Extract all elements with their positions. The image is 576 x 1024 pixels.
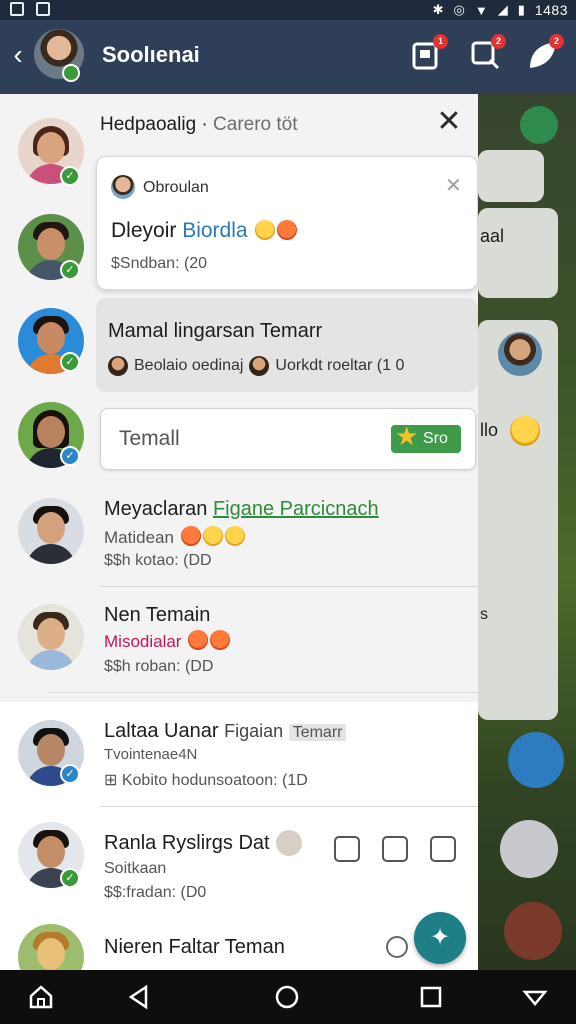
contact-name: Meyaclaran (104, 498, 208, 520)
page-title: Soolıenai (102, 42, 200, 67)
contact-extra: Figaian (224, 721, 284, 741)
back-button[interactable]: ‹ (6, 41, 30, 70)
list-section: ✓ ✓ Laltaa Uanar Figaian Temarr Tvointen… (0, 702, 478, 970)
recents-icon[interactable] (418, 984, 444, 1010)
list-item[interactable]: Meyaclaran Figane Parcicnach Matidean $$… (0, 492, 478, 586)
list-item[interactable]: Laltaa Uanar Figaian Temarr Tvointenae4N… (0, 712, 478, 804)
emoji-icon (180, 526, 201, 546)
emoji-icon (276, 830, 302, 856)
notification-badge: 2 (491, 34, 506, 49)
alarm-icon: ◎ (453, 2, 465, 17)
contact-meta: Kobito hodunsoatoon: (1D (121, 772, 308, 789)
sender-name: Obroulan (143, 179, 209, 196)
contact-status: Misodialar (104, 632, 182, 651)
emoji-icon (210, 630, 231, 650)
app-bar: ‹ Soolıenai 1 2 2 (0, 20, 576, 94)
notification-badge: 1 (433, 34, 448, 49)
search-contacts-button[interactable]: 2 (468, 34, 506, 72)
bookmark-button[interactable] (430, 836, 456, 862)
compose-button[interactable]: 2 (526, 34, 564, 72)
emoji-icon (188, 630, 209, 650)
notification-badge: 2 (549, 34, 564, 49)
like-button[interactable] (334, 836, 360, 862)
tag-icon: ⊞ (104, 772, 118, 789)
list-item[interactable]: Nieren Faltar Teman (0, 924, 478, 970)
suggestion-card[interactable]: Mamal lingarsan Temarr Beolaio oedinaj U… (96, 298, 478, 392)
dropdown-icon[interactable] (522, 984, 548, 1010)
sender-avatar (111, 175, 135, 199)
panel-subtitle: Carero töt (213, 114, 298, 135)
row-actions (334, 836, 456, 862)
contact-name: Ranla Ryslirgs Dat (104, 832, 270, 854)
emoji-icon (202, 526, 223, 546)
bg-star-icon (504, 902, 562, 960)
emoji-icon (224, 526, 245, 546)
mini-avatar (249, 356, 270, 376)
list-item[interactable]: Ranla Ryslirgs Dat Soitkaan $$:fradan: (… (0, 814, 478, 908)
online-status-icon: ✓ (60, 260, 80, 280)
home-circle-icon[interactable] (274, 984, 300, 1010)
blush-emoji-icon (277, 220, 298, 240)
bg-card: llo s (478, 320, 558, 720)
bg-card (478, 150, 544, 202)
photo-button[interactable] (382, 836, 408, 862)
contacts-book-button[interactable]: 1 (410, 34, 448, 72)
verified-icon: ✓ (60, 446, 80, 466)
online-status-icon: ✓ (60, 352, 80, 372)
contact-meta: $$h kotao: (DD (104, 552, 212, 569)
message-text: Dleyoir (111, 219, 177, 242)
gallery-icon (10, 2, 24, 16)
signal-icon: ◢ (497, 2, 508, 17)
emoji-icon[interactable] (386, 936, 408, 958)
system-nav-bar (0, 970, 576, 1024)
contact-status: Soitkaan (104, 860, 167, 877)
contact-status: Tvointenae4N (104, 746, 198, 763)
online-status-icon (62, 64, 80, 82)
friends-panel: Hedpaoalig · Carero töt ✕ ✓ ✓ ✓ ✓ Obroul… (0, 94, 478, 970)
suggestion-user-a: Beolaio oedinaj (134, 357, 244, 374)
wifi-icon: ▼ (474, 2, 488, 18)
status-time: 1483 (534, 2, 568, 18)
dismiss-icon[interactable]: ✕ (445, 173, 462, 198)
add-friend-button[interactable]: ✦ (414, 912, 466, 964)
bg-tool-icon (500, 820, 558, 878)
list-item[interactable]: Nen Temain Misodialar $$h roban: (DD (0, 598, 478, 698)
divider (100, 806, 478, 807)
battery-icon: ▮ (517, 2, 525, 17)
suggestion-title: Mamal lingarsan Temarr (108, 320, 323, 342)
back-nav-icon[interactable] (126, 984, 152, 1010)
suggestion-user-b: Uorkdt roeltar (1 0 (275, 357, 405, 374)
contact-name: Nieren Faltar Teman (104, 936, 285, 958)
message-input[interactable]: Temall Sro ★ (100, 408, 476, 470)
contact-status: Matidean (104, 528, 174, 547)
divider (100, 586, 478, 587)
online-status-icon: ✓ (60, 166, 80, 186)
mini-avatar (108, 356, 128, 376)
message-meta: $Sndban: (20 (111, 255, 208, 272)
message-highlight: Biordla (182, 219, 248, 242)
smile-emoji-icon (255, 220, 276, 240)
contact-name: Laltaa Uanar (104, 720, 219, 742)
bg-leaf-icon (520, 106, 558, 144)
input-value: Temall (119, 427, 180, 450)
status-bar: ✱ ◎ ▼ ◢ ▮ 1483 (0, 0, 576, 20)
close-button[interactable]: ✕ (434, 107, 464, 138)
home-icon[interactable] (28, 984, 54, 1010)
contact-tag: Temarr (288, 724, 347, 741)
contact-meta: $$:fradan: (D0 (104, 884, 207, 901)
bg-card: aal (478, 208, 558, 298)
divider (48, 692, 478, 693)
background-chat: aal llo s (478, 94, 576, 970)
contact-tag: Figane Parcicnach (212, 498, 379, 520)
contact-meta: $$h roban: (DD (104, 658, 214, 675)
bg-avatar (498, 332, 542, 376)
star-icon: ★ (395, 421, 419, 451)
bluetooth-icon: ✱ (432, 2, 444, 17)
panel-title: Hedpaoalig · (100, 114, 208, 135)
bg-compass-icon (508, 732, 564, 788)
message-preview-card[interactable]: Obroulan ✕ Dleyoir Biordla $Sndban: (20 (96, 156, 478, 290)
image-icon (36, 2, 50, 16)
contact-name: Nen Temain (104, 604, 211, 626)
